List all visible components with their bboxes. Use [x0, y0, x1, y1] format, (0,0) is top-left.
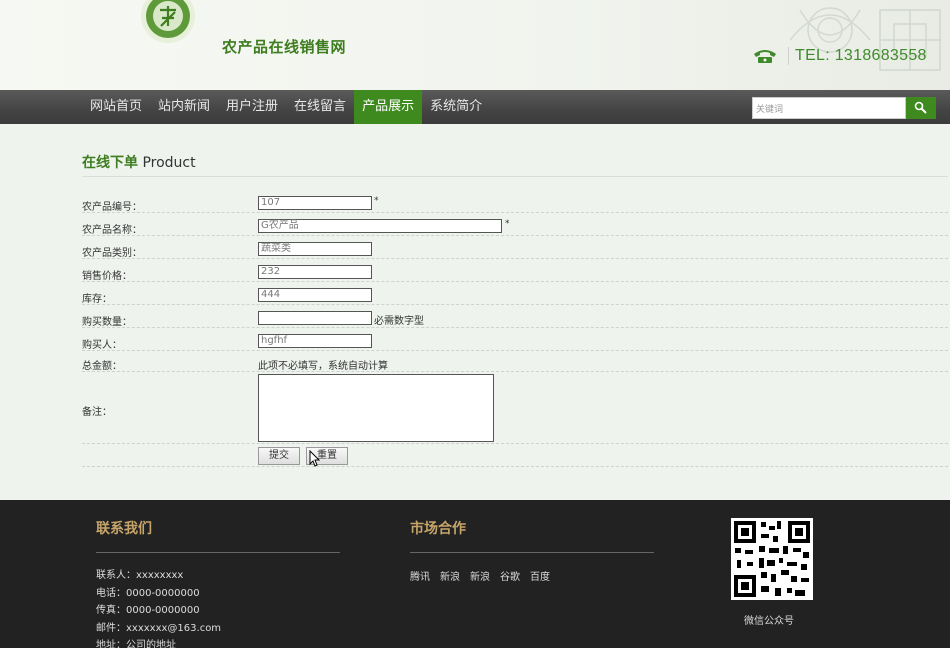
- footer-divider: [96, 552, 340, 553]
- submit-button[interactable]: 提交: [258, 447, 300, 465]
- notes-textarea[interactable]: [258, 374, 494, 442]
- tel-number: TEL: 1318683558: [788, 47, 927, 65]
- form-row-total: 总金额： 此项不必填写，系统自动计算: [82, 355, 948, 372]
- form-row-stock: 库存： 444: [82, 286, 948, 305]
- form-row-price: 销售价格： 232: [82, 263, 948, 282]
- market-link-baidu[interactable]: 百度: [530, 568, 550, 583]
- nav-item-about[interactable]: 系统简介: [422, 90, 490, 124]
- product-name-label: 农产品名称：: [82, 225, 142, 236]
- page-title: 在线下单 Product: [82, 152, 196, 172]
- title-divider: [82, 176, 948, 177]
- nav-item-home[interactable]: 网站首页: [82, 90, 150, 124]
- required-mark: *: [374, 196, 379, 206]
- market-link-sina[interactable]: 新浪: [440, 568, 460, 583]
- qr-code-icon: [731, 518, 813, 600]
- category-field[interactable]: 蔬菜类: [258, 242, 372, 256]
- contact-person: 联系人：xxxxxxxx: [96, 570, 184, 581]
- product-id-label: 农产品编号：: [82, 202, 142, 213]
- footer-contact-title: 联系我们: [96, 521, 152, 537]
- form-row-buyer: 购买人： hgfhf: [82, 332, 948, 351]
- stock-label: 库存：: [82, 294, 112, 305]
- total-hint: 此项不必填写，系统自动计算: [258, 361, 388, 372]
- price-label: 销售价格：: [82, 271, 132, 282]
- market-link-tencent[interactable]: 腾讯: [410, 568, 430, 583]
- site-header: 农产品在线销售网 TEL: 1318683558: [0, 0, 950, 90]
- price-field[interactable]: 232: [258, 265, 372, 279]
- mouse-cursor-icon: [309, 450, 321, 467]
- form-row-product-name: 农产品名称： G农产品 *: [82, 217, 948, 236]
- product-name-field[interactable]: G农产品: [258, 219, 502, 233]
- search-icon: [914, 101, 927, 114]
- form-row-product-id: 农产品编号： 107 *: [82, 194, 948, 213]
- contact-email[interactable]: 邮件：xxxxxxx@163.com: [96, 619, 221, 634]
- stock-field[interactable]: 444: [258, 288, 372, 302]
- phone-icon: [754, 50, 776, 63]
- quantity-label: 购买数量：: [82, 317, 132, 328]
- search-input[interactable]: 关键词: [752, 97, 906, 119]
- nav-item-message[interactable]: 在线留言: [286, 90, 354, 124]
- market-link-sina-2[interactable]: 新浪: [470, 568, 490, 583]
- page-title-en: Product: [142, 155, 196, 171]
- form-row-category: 农产品类别： 蔬菜类: [82, 240, 948, 259]
- page-title-cn: 在线下单: [82, 155, 138, 171]
- product-id-field[interactable]: 107: [258, 196, 372, 210]
- contact-phone: 电话：0000-0000000: [96, 588, 200, 599]
- total-label: 总金额：: [82, 361, 122, 372]
- footer-divider: [410, 552, 654, 553]
- buyer-field[interactable]: hgfhf: [258, 334, 372, 348]
- form-row-notes: 备注：: [82, 372, 948, 444]
- buyer-label: 购买人：: [82, 340, 122, 351]
- notes-label: 备注：: [82, 407, 112, 418]
- form-row-buttons: [82, 444, 948, 467]
- nav-item-register[interactable]: 用户注册: [218, 90, 286, 124]
- category-label: 农产品类别：: [82, 248, 142, 259]
- nav-item-products[interactable]: 产品展示: [354, 90, 423, 124]
- floral-decoration-icon: [789, 7, 941, 71]
- quantity-field[interactable]: [258, 311, 372, 325]
- footer-market-title: 市场合作: [410, 521, 466, 537]
- tel-info: TEL: 1318683558: [752, 46, 927, 66]
- market-link-google[interactable]: 谷歌: [500, 568, 520, 583]
- form-row-quantity: 购买数量： 必需数字型: [82, 309, 948, 328]
- contact-fax: 传真：0000-0000000: [96, 605, 200, 616]
- required-mark: *: [505, 219, 510, 229]
- nav-item-news[interactable]: 站内新闻: [150, 90, 218, 124]
- logo-icon[interactable]: [138, 0, 198, 48]
- contact-address: 地址：公司的地址: [96, 640, 176, 648]
- site-title[interactable]: 农产品在线销售网: [222, 36, 346, 57]
- qr-caption: 微信公众号: [744, 616, 794, 627]
- market-links: 腾讯 新浪 新浪 谷歌 百度: [410, 568, 550, 583]
- quantity-hint: 必需数字型: [374, 316, 424, 327]
- search-button[interactable]: [906, 97, 936, 119]
